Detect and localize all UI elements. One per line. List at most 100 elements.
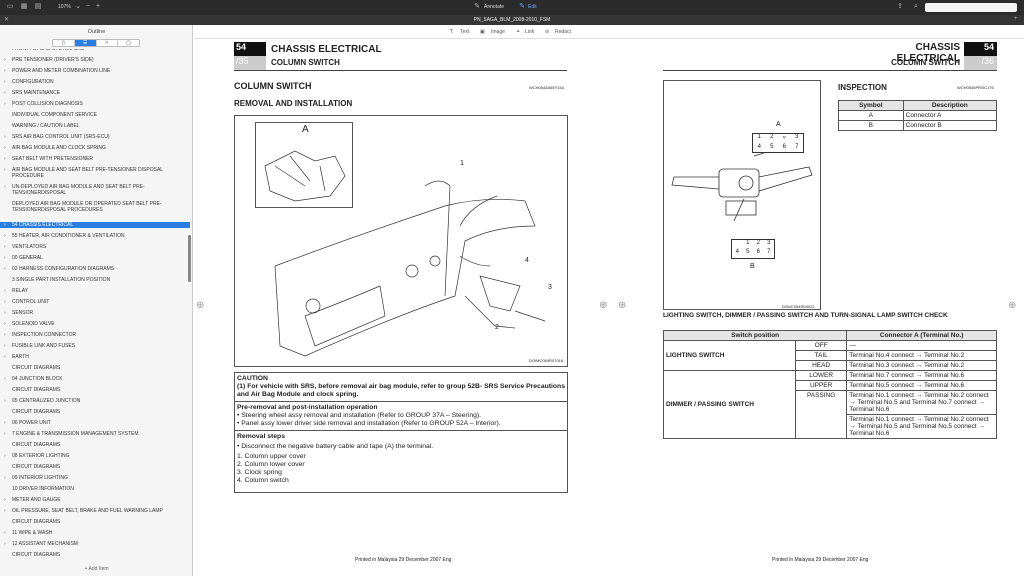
- chevron-right-icon[interactable]: ›: [4, 145, 6, 151]
- chevron-right-icon[interactable]: ›: [4, 530, 6, 536]
- text-tool-button[interactable]: Text: [460, 29, 469, 35]
- chevron-right-icon[interactable]: ›: [4, 299, 6, 305]
- outline-item[interactable]: › 12 ASSISTANT MECHANISM: [0, 541, 190, 547]
- outline-item[interactable]: CIRCUIT DIAGRAMS: [0, 519, 190, 525]
- chevron-right-icon[interactable]: ›: [4, 541, 6, 547]
- outline-item[interactable]: › 55 HEATER, AIR CONDITIONER & VENTILATIO…: [0, 233, 190, 239]
- chevron-right-icon[interactable]: ›: [4, 398, 6, 404]
- outline-item[interactable]: › 04 JUNCTION BLOCK: [0, 376, 190, 382]
- link-tool-button[interactable]: Link: [525, 29, 534, 35]
- outline-item[interactable]: › 05 CENTRALIZED JUNCTION: [0, 398, 190, 404]
- outline-item[interactable]: › CONTROL UNIT: [0, 299, 190, 305]
- outline-item[interactable]: CIRCUIT DIAGRAMS: [0, 409, 190, 415]
- chevron-right-icon[interactable]: ›: [4, 321, 6, 327]
- tab-annotations[interactable]: ▢: [118, 40, 139, 46]
- outline-item[interactable]: › 06 POWER UNIT: [0, 420, 190, 426]
- outline-item[interactable]: › EARTH: [0, 354, 190, 360]
- outline-item[interactable]: CIRCUIT DIAGRAMS: [0, 464, 190, 470]
- zoom-out-icon[interactable]: −: [84, 3, 92, 11]
- outline-item[interactable]: › AIR BAG MODULE AND CLOCK SPRING: [0, 145, 190, 151]
- outline-item[interactable]: CIRCUIT DIAGRAMS: [0, 552, 190, 558]
- chevron-right-icon[interactable]: ›: [4, 420, 6, 426]
- add-tab-icon[interactable]: +: [1014, 16, 1018, 22]
- outline-item[interactable]: › SEAT BELT WITH PRETENSIONER: [0, 156, 190, 162]
- outline-item[interactable]: › SRS AIR BAG CONTROL UNIT (SRS-ECU): [0, 134, 190, 140]
- chevron-right-icon[interactable]: ›: [4, 332, 6, 338]
- outline-item[interactable]: › CONFIGURATION: [0, 79, 190, 85]
- chevron-right-icon[interactable]: ›: [4, 79, 6, 85]
- chevron-right-icon[interactable]: ›: [4, 508, 6, 514]
- outline-item[interactable]: › 02 HARNESS CONFIGURATION DIAGRAMS: [0, 266, 190, 272]
- search-input[interactable]: [925, 3, 1017, 12]
- outline-item[interactable]: › RELAY: [0, 288, 190, 294]
- image-tool-button[interactable]: Image: [491, 29, 505, 35]
- outline-item[interactable]: › PRE TENSIONER (DRIVER'S SIDE): [0, 57, 190, 63]
- zoom-level[interactable]: 107%: [58, 4, 71, 10]
- chevron-right-icon[interactable]: ›: [4, 453, 6, 459]
- outline-item[interactable]: › FUSIBLE LINK AND FUSES: [0, 343, 190, 349]
- outline-item[interactable]: DEPLOYED AIR BAG MODULE OR OPERATED SEAT…: [0, 201, 190, 213]
- outline-item[interactable]: › 7 ENGINE & TRANSMISSION MANAGEMENT SYST…: [0, 431, 190, 437]
- outline-item[interactable]: CIRCUIT DIAGRAMS: [0, 365, 190, 371]
- chevron-down-icon[interactable]: ⌄: [74, 3, 82, 11]
- outline-item[interactable]: › METER AND GAUGE: [0, 497, 190, 503]
- tab-outline[interactable]: ☰: [74, 40, 97, 46]
- share-icon[interactable]: ⇪: [896, 3, 904, 11]
- chevron-right-icon[interactable]: ›: [4, 376, 6, 382]
- chevron-right-icon[interactable]: ›: [4, 233, 6, 239]
- chevron-right-icon[interactable]: ›: [4, 68, 6, 74]
- sidebar-toggle-icon[interactable]: ▭: [6, 3, 14, 11]
- chevron-right-icon[interactable]: ›: [4, 101, 6, 107]
- search-icon[interactable]: ⌕: [912, 3, 920, 11]
- annotate-button[interactable]: Annotate: [484, 4, 504, 10]
- outline-item[interactable]: 10 DRIVER INFORMATION: [0, 486, 190, 492]
- outline-item[interactable]: › POWER AND METER COMBINATION LINE: [0, 68, 190, 74]
- chevron-right-icon[interactable]: ›: [4, 134, 6, 140]
- chevron-right-icon[interactable]: ›: [4, 244, 6, 250]
- outline-item[interactable]: FRONT AIR BAG SYSTEM SRS: [0, 49, 190, 52]
- outline-item[interactable]: › INSPECTION CONNECTOR: [0, 332, 190, 338]
- chevron-right-icon[interactable]: ›: [4, 310, 6, 316]
- chevron-right-icon[interactable]: ›: [4, 255, 6, 261]
- chevron-right-icon[interactable]: ›: [4, 57, 6, 63]
- chevron-right-icon[interactable]: ›: [4, 156, 6, 162]
- chevron-right-icon[interactable]: ›: [4, 184, 6, 190]
- chevron-right-icon[interactable]: ›: [4, 167, 6, 173]
- tab-thumbnails[interactable]: ▯: [53, 40, 75, 46]
- outline-item[interactable]: › VENTILATORS: [0, 244, 190, 250]
- chevron-right-icon[interactable]: ›: [4, 288, 6, 294]
- outline-item[interactable]: › OIL PRESSURE, SEAT BELT, BRAKE AND FUEL…: [0, 508, 190, 514]
- tab-bookmarks[interactable]: ⌑: [97, 40, 119, 46]
- outline-item[interactable]: INDIVIDUAL COMPONENT SERVICE: [0, 112, 190, 118]
- outline-item[interactable]: › 08 EXTERIOR LIGHTING: [0, 453, 190, 459]
- outline-item[interactable]: › 00 GENERAL: [0, 255, 190, 261]
- chevron-right-icon[interactable]: ›: [4, 90, 6, 96]
- outline-item[interactable]: › SENSOR: [0, 310, 190, 316]
- chevron-right-icon[interactable]: ›: [4, 266, 6, 272]
- edit-button[interactable]: Edit: [528, 4, 537, 10]
- redact-tool-button[interactable]: Redact: [555, 29, 571, 35]
- outline-item[interactable]: › SRS MAINTENANCE: [0, 90, 190, 96]
- outline-item[interactable]: › SOLENOID VALVE: [0, 321, 190, 327]
- outline-item[interactable]: › POST COLLISION DIAGNOSIS: [0, 101, 190, 107]
- outline-item[interactable]: › UN-DEPLOYED AIR BAG MODULE AND SEAT BEL…: [0, 184, 190, 196]
- thumbnail-icon[interactable]: ▤: [34, 3, 42, 11]
- chevron-right-icon[interactable]: ›: [4, 343, 6, 349]
- zoom-in-icon[interactable]: +: [94, 3, 102, 11]
- grid-view-icon[interactable]: ▦: [20, 3, 28, 11]
- outline-item[interactable]: › 54 CHASSIS ELECTRICAL: [0, 222, 190, 228]
- chevron-right-icon[interactable]: ›: [4, 431, 6, 437]
- scrollbar-thumb[interactable]: [188, 235, 191, 282]
- outline-item[interactable]: 3 SINGLE PART INSTALLATION POSITION: [0, 277, 190, 283]
- outline-item[interactable]: CIRCUIT DIAGRAMS: [0, 387, 190, 393]
- chevron-right-icon[interactable]: ›: [4, 222, 6, 228]
- outline-item[interactable]: › AIR BAG MODULE AND SEAT BELT PRE-TENSIO…: [0, 167, 190, 179]
- chevron-right-icon[interactable]: ›: [4, 354, 6, 360]
- outline-item[interactable]: CIRCUIT DIAGRAMS: [0, 442, 190, 448]
- outline-item[interactable]: › 11 WIPE & WASH: [0, 530, 190, 536]
- add-item-button[interactable]: + Add Item: [0, 566, 193, 572]
- chevron-right-icon[interactable]: ›: [4, 475, 6, 481]
- outline-item[interactable]: › 09 INTERIOR LIGHTING: [0, 475, 190, 481]
- chevron-right-icon[interactable]: ›: [4, 497, 6, 503]
- outline-item[interactable]: WARNING / CAUTION LABEL: [0, 123, 190, 129]
